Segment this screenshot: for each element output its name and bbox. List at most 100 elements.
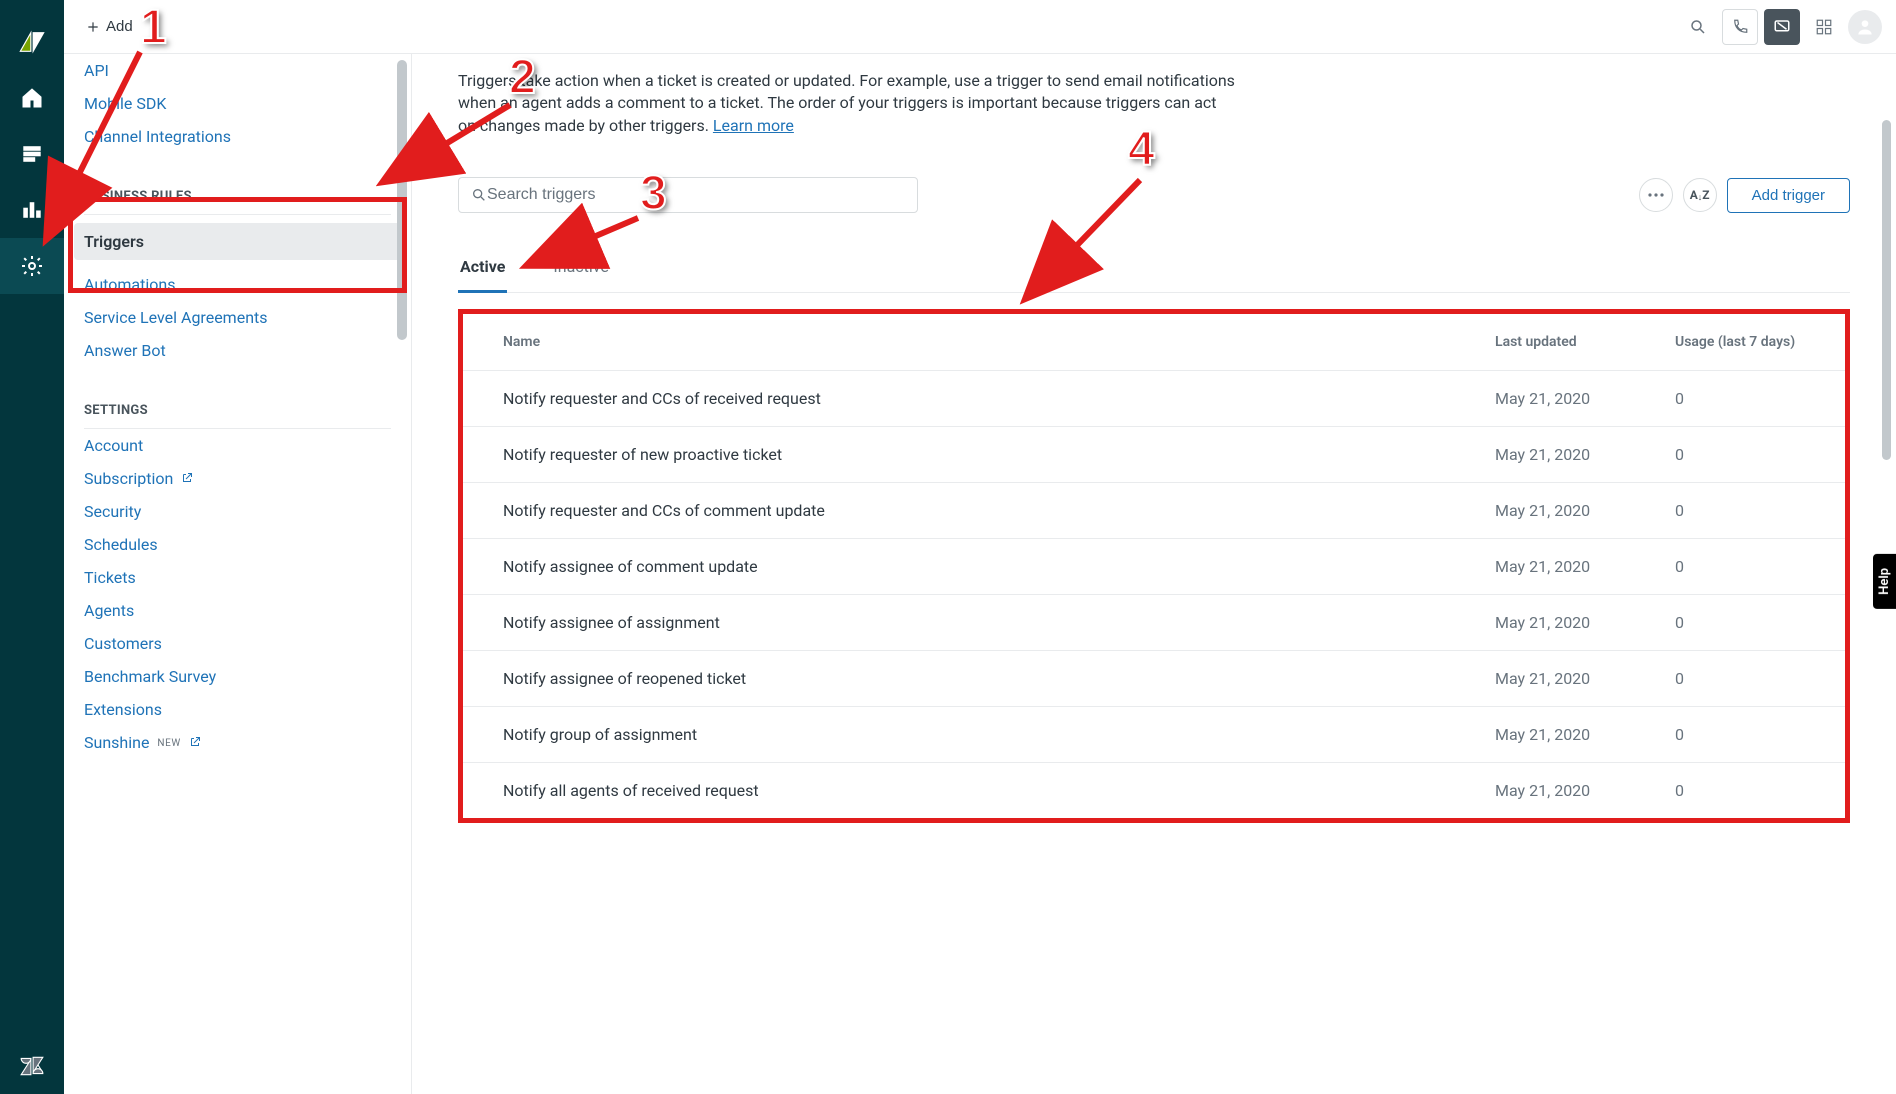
cell-usage: 0 (1675, 539, 1845, 595)
cell-name: Notify requester and CCs of comment upda… (463, 483, 1495, 539)
sidebar-item-automations[interactable]: Automations (84, 268, 391, 301)
learn-more-link[interactable]: Learn more (713, 116, 794, 135)
sidebar-item-customers[interactable]: Customers (84, 627, 391, 660)
sidebar-item-account[interactable]: Account (84, 429, 391, 462)
col-name: Name (463, 314, 1495, 371)
sidebar-scrollbar[interactable] (397, 60, 407, 340)
new-badge: NEW (157, 738, 181, 749)
cell-updated: May 21, 2020 (1495, 427, 1675, 483)
tab-inactive[interactable]: Inactive (551, 257, 611, 292)
zendesk-icon (19, 1053, 45, 1079)
cell-usage: 0 (1675, 595, 1845, 651)
table-row[interactable]: Notify assignee of comment updateMay 21,… (463, 539, 1845, 595)
rail-zendesk[interactable] (0, 1038, 64, 1094)
search-icon (471, 187, 487, 203)
cell-updated: May 21, 2020 (1495, 707, 1675, 763)
add-trigger-button[interactable]: Add trigger (1727, 178, 1850, 213)
table-row[interactable]: Notify assignee of assignmentMay 21, 202… (463, 595, 1845, 651)
cell-usage: 0 (1675, 707, 1845, 763)
cell-usage: 0 (1675, 483, 1845, 539)
more-options-button[interactable] (1639, 178, 1673, 212)
phone-icon (1731, 18, 1749, 36)
cell-usage: 0 (1675, 427, 1845, 483)
plus-icon (86, 20, 100, 34)
cell-name: Notify assignee of comment update (463, 539, 1495, 595)
sidebar-section-business-rules: BUSINESS RULES (84, 179, 391, 215)
topbar-avatar[interactable] (1848, 10, 1882, 44)
col-updated: Last updated (1495, 314, 1675, 371)
az-sort-icon: A↓Z (1690, 188, 1710, 202)
search-input[interactable] (487, 186, 905, 204)
rail-views[interactable] (0, 126, 64, 182)
table-row[interactable]: Notify assignee of reopened ticketMay 21… (463, 651, 1845, 707)
cell-updated: May 21, 2020 (1495, 595, 1675, 651)
rail-reports[interactable] (0, 182, 64, 238)
sidebar-link-channel-integrations[interactable]: Channel Integrations (84, 120, 391, 153)
table-row[interactable]: Notify requester of new proactive ticket… (463, 427, 1845, 483)
product-logo-icon (18, 28, 46, 56)
content-scrollbar[interactable] (1882, 120, 1891, 460)
tabs: Active Inactive (458, 257, 1850, 293)
dots-icon (1648, 193, 1664, 197)
list-icon (21, 143, 43, 165)
table-row[interactable]: Notify group of assignmentMay 21, 20200 (463, 707, 1845, 763)
left-rail (0, 0, 64, 1094)
add-button[interactable]: Add (78, 12, 141, 41)
topbar-chat[interactable] (1764, 9, 1800, 45)
cell-usage: 0 (1675, 371, 1845, 427)
triggers-description: Triggers take action when a ticket is cr… (458, 70, 1238, 137)
cell-updated: May 21, 2020 (1495, 651, 1675, 707)
sidebar-item-benchmark[interactable]: Benchmark Survey (84, 660, 391, 693)
home-icon (20, 86, 44, 110)
user-icon (1855, 17, 1875, 37)
topbar-call[interactable] (1722, 9, 1758, 45)
sidebar-item-schedules[interactable]: Schedules (84, 528, 391, 561)
col-usage: Usage (last 7 days) (1675, 314, 1845, 371)
sidebar-item-extensions[interactable]: Extensions (84, 693, 391, 726)
sidebar-item-answer-bot[interactable]: Answer Bot (84, 334, 391, 367)
table-row[interactable]: Notify requester and CCs of received req… (463, 371, 1845, 427)
cell-name: Notify assignee of assignment (463, 595, 1495, 651)
add-button-label: Add (106, 18, 133, 35)
cell-updated: May 21, 2020 (1495, 539, 1675, 595)
cell-name: Notify requester of new proactive ticket (463, 427, 1495, 483)
rail-admin[interactable] (0, 238, 64, 294)
sort-button[interactable]: A↓Z (1683, 178, 1717, 212)
sidebar-item-sla[interactable]: Service Level Agreements (84, 301, 391, 334)
sidebar-item-sunshine[interactable]: Sunshine NEW (84, 726, 391, 759)
cell-updated: May 21, 2020 (1495, 763, 1675, 819)
search-triggers[interactable] (458, 177, 918, 213)
sidebar-item-subscription[interactable]: Subscription (84, 462, 391, 495)
search-icon (1689, 18, 1707, 36)
topbar-apps[interactable] (1806, 9, 1842, 45)
gear-icon (20, 254, 44, 278)
external-link-icon (181, 469, 193, 488)
cell-usage: 0 (1675, 651, 1845, 707)
table-row[interactable]: Notify requester and CCs of comment upda… (463, 483, 1845, 539)
sidebar-link-api[interactable]: API (84, 54, 391, 87)
topbar-search[interactable] (1680, 9, 1716, 45)
content-panel: Triggers take action when a ticket is cr… (412, 54, 1896, 1094)
admin-sidebar: API Mobile SDK Channel Integrations BUSI… (64, 54, 412, 1094)
cell-updated: May 21, 2020 (1495, 371, 1675, 427)
topbar: Add (64, 0, 1896, 54)
rail-home[interactable] (0, 70, 64, 126)
table-row[interactable]: Notify all agents of received requestMay… (463, 763, 1845, 819)
sidebar-item-label: Subscription (84, 469, 173, 488)
sidebar-item-triggers[interactable]: Triggers (74, 223, 401, 260)
sidebar-item-security[interactable]: Security (84, 495, 391, 528)
tab-active[interactable]: Active (458, 257, 507, 293)
sidebar-section-settings: SETTINGS (84, 393, 391, 429)
sidebar-item-agents[interactable]: Agents (84, 594, 391, 627)
help-tab[interactable]: Help (1873, 554, 1896, 609)
cell-usage: 0 (1675, 763, 1845, 819)
sidebar-link-mobile-sdk[interactable]: Mobile SDK (84, 87, 391, 120)
apps-icon (1815, 18, 1833, 36)
triggers-table: Name Last updated Usage (last 7 days) No… (463, 314, 1845, 818)
sidebar-item-label: Sunshine (84, 733, 149, 752)
bars-icon (21, 199, 43, 221)
external-link-icon (189, 733, 201, 752)
sidebar-item-tickets[interactable]: Tickets (84, 561, 391, 594)
annotation-box-4: Name Last updated Usage (last 7 days) No… (458, 309, 1850, 823)
rail-logo[interactable] (0, 14, 64, 70)
